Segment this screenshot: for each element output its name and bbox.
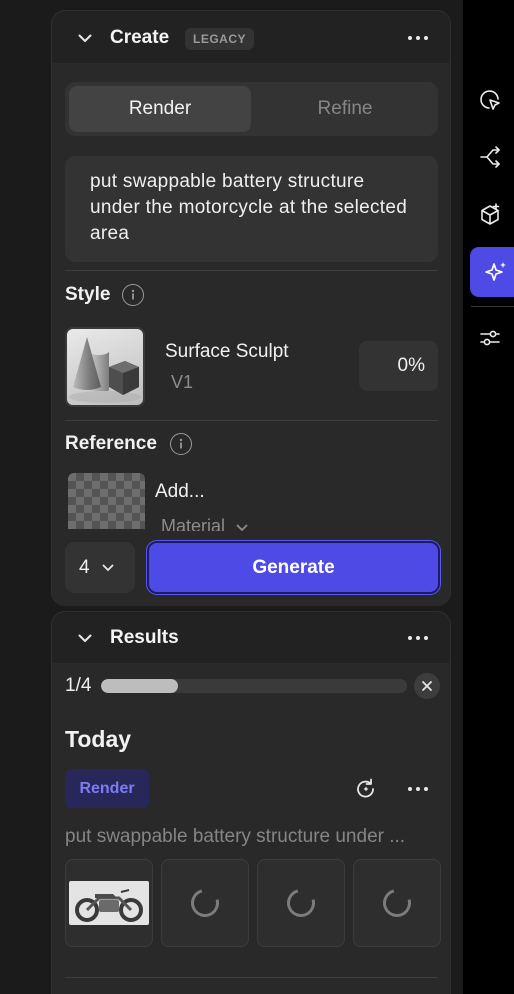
create-panel: Create LEGACY Render Refine put swappabl…	[51, 10, 451, 606]
rail-divider	[471, 306, 514, 307]
spinner-icon	[281, 883, 321, 923]
reference-placeholder-thumbnail[interactable]	[68, 473, 145, 529]
create-more-menu-icon[interactable]	[404, 28, 432, 48]
motorcycle-image	[69, 881, 149, 925]
collapse-chevron-icon[interactable]	[77, 30, 93, 46]
tab-refine[interactable]: Refine	[254, 86, 436, 132]
generate-button[interactable]: Generate	[147, 541, 440, 594]
prompt-textarea[interactable]: put swappable battery structure under th…	[65, 156, 438, 262]
right-tool-rail	[463, 0, 514, 994]
divider	[65, 977, 438, 978]
sliders-icon[interactable]	[472, 320, 508, 356]
reference-type-label: Material	[161, 516, 226, 531]
results-panel: Results 1/4 Today Render put swappable b…	[51, 611, 451, 994]
variation-count-value: 4	[79, 556, 90, 578]
create-header: Create LEGACY	[52, 13, 450, 63]
cube-add-icon[interactable]	[472, 197, 508, 233]
results-day-heading: Today	[65, 726, 132, 752]
branch-share-icon[interactable]	[472, 139, 508, 175]
progress-bar-fill	[101, 679, 178, 693]
style-version: V1	[171, 372, 194, 392]
style-name: Surface Sculpt	[165, 341, 289, 362]
reference-info-icon[interactable]	[170, 433, 192, 455]
cancel-generation-close-icon[interactable]	[414, 673, 440, 699]
reference-add-label[interactable]: Add...	[155, 481, 205, 503]
divider	[65, 420, 438, 421]
progress-bar	[101, 679, 407, 693]
reference-type-dropdown[interactable]: Material	[161, 515, 248, 531]
style-title: Style	[65, 284, 111, 305]
result-tile[interactable]	[353, 859, 441, 947]
result-tile[interactable]	[257, 859, 345, 947]
spinner-icon	[185, 883, 225, 923]
results-header: Results	[52, 613, 450, 663]
style-thumbnail[interactable]	[65, 327, 145, 407]
reference-title: Reference	[65, 433, 157, 454]
chevron-down-icon	[236, 524, 248, 531]
divider	[65, 270, 438, 271]
results-more-menu-icon[interactable]	[404, 628, 432, 648]
sparkle-ai-icon[interactable]	[470, 247, 514, 297]
variation-count-select[interactable]: 4	[65, 542, 135, 593]
mode-segmented-control: Render Refine	[65, 82, 438, 136]
result-prompt: put swappable battery structure under ..…	[65, 826, 406, 847]
progress-label: 1/4	[65, 675, 92, 696]
chevron-down-icon	[102, 564, 113, 571]
create-title: Create	[110, 27, 170, 48]
tab-render[interactable]: Render	[69, 86, 251, 132]
legacy-badge: LEGACY	[185, 28, 255, 50]
regenerate-icon[interactable]	[354, 777, 378, 801]
collapse-chevron-icon[interactable]	[77, 630, 93, 646]
result-tile[interactable]	[161, 859, 249, 947]
spinner-icon	[377, 883, 417, 923]
style-strength-input[interactable]: 0%	[359, 341, 438, 391]
result-more-menu-icon[interactable]	[404, 779, 432, 799]
result-mode-badge: Render	[65, 769, 149, 808]
result-tile[interactable]	[65, 859, 153, 947]
pointer-select-icon[interactable]	[472, 82, 508, 118]
style-info-icon[interactable]	[122, 284, 144, 306]
results-title: Results	[110, 627, 179, 648]
